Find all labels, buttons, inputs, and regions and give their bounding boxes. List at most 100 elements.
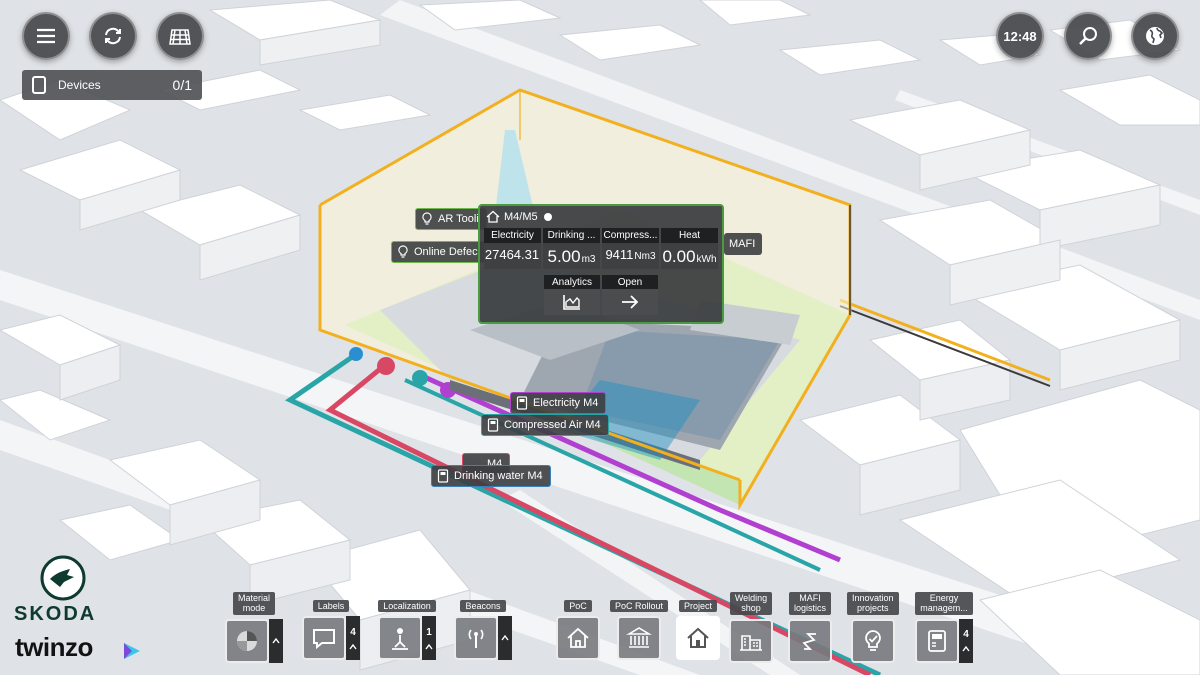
status-dot: [543, 213, 552, 221]
material-mode-expand[interactable]: [269, 618, 283, 663]
tool-energy-management-label: Energy managem...: [915, 592, 973, 615]
grid-button[interactable]: [156, 12, 204, 60]
metrics-row: Electricity 27464.31 Drinking ... 5.00 m…: [480, 228, 722, 269]
meter-icon: [437, 469, 449, 483]
tool-welding-shop[interactable]: Welding shop: [729, 592, 773, 663]
tool-project[interactable]: Project: [676, 600, 720, 661]
tag-mafi[interactable]: MAFI: [724, 233, 763, 255]
metric-drinking-water: Drinking ... 5.00 m3: [543, 228, 600, 269]
tool-localization[interactable]: Localization 1: [378, 600, 436, 661]
menu-button[interactable]: [22, 12, 70, 60]
brand-product: twinzo: [15, 632, 93, 662]
analytics-button[interactable]: Analytics: [544, 275, 600, 315]
analytics-button-body[interactable]: [544, 289, 600, 315]
clock-button[interactable]: 12:48: [996, 12, 1044, 60]
tool-beacons-label: Beacons: [460, 600, 506, 613]
search-icon: [1079, 27, 1097, 45]
sync-button[interactable]: [89, 12, 137, 60]
beacons-expand[interactable]: [498, 616, 512, 661]
localization-button[interactable]: [378, 616, 422, 661]
tool-material-mode[interactable]: Material mode: [225, 592, 283, 663]
tool-poc-label: PoC: [564, 600, 592, 613]
analytics-icon: [563, 295, 580, 310]
speech-bubble-icon: [313, 629, 335, 650]
open-button[interactable]: Open: [602, 275, 658, 315]
chevron-up-icon: [501, 635, 509, 641]
chevron-up-icon: [272, 637, 280, 644]
grid-icon: [169, 29, 191, 45]
material-mode-button[interactable]: [225, 618, 269, 663]
labels-button[interactable]: [302, 616, 346, 661]
lightbulb-icon: [422, 212, 432, 225]
tag-electricity-m4[interactable]: Electricity M4: [510, 392, 607, 414]
tool-beacons[interactable]: Beacons: [454, 600, 512, 661]
mafi-logistics-button[interactable]: [788, 618, 832, 663]
home-icon: [486, 210, 500, 223]
tag-ar-tooling[interactable]: AR Tooli: [415, 208, 487, 230]
analytics-label: Analytics: [544, 275, 600, 289]
metric-electricity: Electricity 27464.31: [484, 228, 541, 269]
tool-project-label: Project: [678, 600, 717, 613]
tool-labels[interactable]: Labels 4: [302, 600, 360, 661]
institution-icon: [626, 627, 652, 649]
poc-rollout-button[interactable]: [617, 616, 662, 661]
globe-button[interactable]: [1131, 12, 1179, 60]
metric-heat: Heat 0.00 kWh: [661, 228, 718, 269]
metric-value-box: 0.00 kWh: [661, 243, 718, 269]
home-icon: [567, 628, 589, 649]
tool-mafi-logistics[interactable]: MAFI logistics: [788, 592, 832, 663]
metric-unit: kWh: [696, 254, 717, 265]
devices-count: 0/1: [172, 77, 192, 93]
tool-labels-label: Labels: [312, 600, 350, 613]
beacon-icon: [468, 629, 484, 649]
devices-label: Devices: [58, 78, 101, 92]
meter-icon: [928, 629, 946, 652]
tool-energy-management[interactable]: Energy managem... 4: [915, 592, 973, 663]
energy-count: 4: [963, 629, 969, 641]
search-button[interactable]: [1064, 12, 1112, 60]
tag-compressed-air-m4[interactable]: Compressed Air M4: [481, 414, 609, 436]
arrow-right-icon: [622, 295, 639, 309]
innovation-projects-button[interactable]: [850, 618, 895, 663]
metric-value: 5.00: [547, 247, 581, 266]
material-sphere-icon: [237, 630, 257, 651]
tool-welding-shop-label: Welding shop: [729, 592, 773, 615]
energy-management-expand[interactable]: 4: [959, 618, 973, 663]
energy-management-button[interactable]: [915, 618, 959, 663]
tag-electricity-m4-label: Electricity M4: [533, 397, 599, 409]
metric-compressed-air: Compress... 9411 Nm3: [602, 228, 659, 269]
labels-count: 4: [350, 626, 356, 638]
project-button[interactable]: [676, 616, 720, 661]
welding-shop-button[interactable]: [729, 618, 773, 663]
tool-poc-rollout-label: PoC Rollout: [610, 600, 669, 613]
devices-bar[interactable]: Devices 0/1: [22, 70, 202, 100]
tool-poc-rollout[interactable]: PoC Rollout: [610, 600, 669, 661]
route-icon: [802, 632, 816, 650]
clock-time: 12:48: [1003, 28, 1037, 44]
chevron-up-icon: [425, 643, 433, 650]
tool-innovation-projects[interactable]: Innovation projects: [847, 592, 899, 663]
tool-poc[interactable]: PoC: [556, 600, 600, 661]
tag-drinking-water-m4[interactable]: Drinking water M4: [431, 465, 551, 487]
beacons-button[interactable]: [454, 616, 498, 661]
site-info-panel[interactable]: M4/M5 Electricity 27464.31 Drinking ... …: [478, 204, 724, 324]
open-label: Open: [602, 275, 658, 289]
poc-button[interactable]: [556, 616, 600, 661]
metric-value-box: 9411 Nm3: [602, 243, 659, 269]
person-location-icon: [392, 628, 408, 651]
twinzo-logo-icon: [124, 643, 140, 659]
labels-expand[interactable]: 4: [346, 616, 360, 661]
tag-mafi-label: MAFI: [729, 238, 756, 250]
home-icon: [687, 627, 709, 649]
tag-drinking-water-m4-label: Drinking water M4: [454, 470, 543, 482]
skoda-logo-icon: [40, 555, 86, 601]
map-scene[interactable]: [0, 0, 1200, 675]
metric-header: Compress...: [602, 228, 659, 243]
metric-header: Heat: [661, 228, 718, 243]
metric-value-box: 27464.31: [484, 243, 541, 269]
localization-expand[interactable]: 1: [422, 616, 436, 661]
lightbulb-icon: [398, 245, 408, 258]
open-button-body[interactable]: [602, 289, 658, 315]
tag-online-defect[interactable]: Online Defec: [391, 241, 486, 263]
chevron-up-icon: [349, 643, 357, 650]
